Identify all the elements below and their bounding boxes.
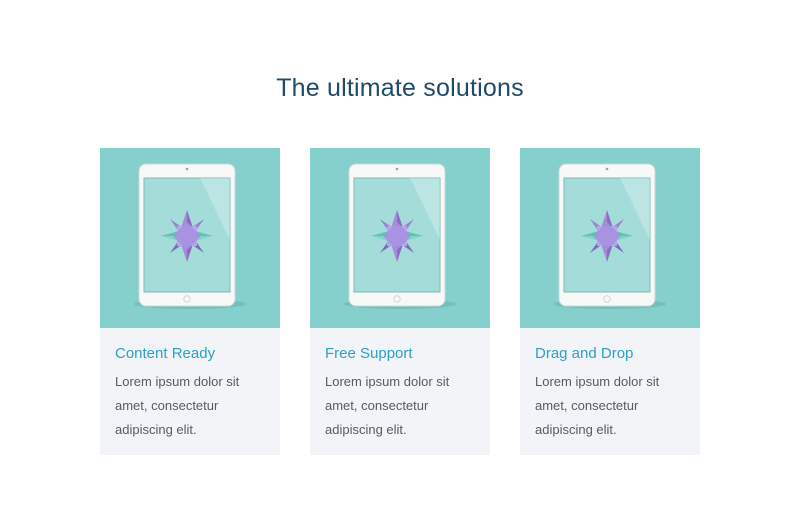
feature-cards: Content Ready Lorem ipsum dolor sit amet… [100, 148, 700, 455]
tablet-icon [554, 163, 666, 309]
section-title: The ultimate solutions [276, 74, 524, 102]
card-image [310, 148, 490, 328]
feature-card: Drag and Drop Lorem ipsum dolor sit amet… [520, 148, 700, 455]
card-title[interactable]: Free Support [325, 342, 475, 366]
card-text: Lorem ipsum dolor sit amet, consectetur … [115, 374, 240, 437]
card-text: Lorem ipsum dolor sit amet, consectetur … [535, 374, 660, 437]
tablet-icon [134, 163, 246, 309]
card-text: Lorem ipsum dolor sit amet, consectetur … [325, 374, 450, 437]
card-image [520, 148, 700, 328]
card-title[interactable]: Drag and Drop [535, 342, 685, 366]
feature-card: Content Ready Lorem ipsum dolor sit amet… [100, 148, 280, 455]
card-image [100, 148, 280, 328]
tablet-icon [344, 163, 456, 309]
card-title[interactable]: Content Ready [115, 342, 265, 366]
feature-card: Free Support Lorem ipsum dolor sit amet,… [310, 148, 490, 455]
